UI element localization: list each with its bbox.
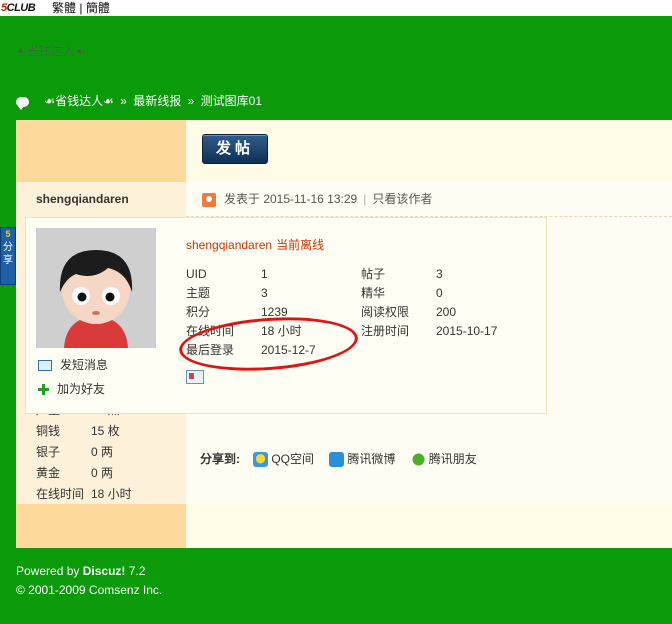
info-row: 积分 1239 阅读权限 200	[186, 305, 457, 319]
online-status: 当前离线	[276, 238, 325, 252]
breadcrumb: ☙省钱达人☙ » 最新线报 » 测试图库01	[16, 92, 262, 110]
powered-by: Powered by Discuz! 7.2	[16, 564, 146, 578]
qzone-icon	[253, 452, 269, 468]
top-bar: 5CLUB 繁體 | 簡體	[0, 0, 672, 16]
only-author-link[interactable]: 只看该作者	[372, 192, 432, 206]
simplified-chinese-link[interactable]: 簡體	[86, 1, 110, 15]
breadcrumb-home[interactable]: ☙省钱达人☙	[44, 94, 114, 108]
stat-row: 黄金 0 两	[36, 466, 114, 480]
popup-user-link[interactable]: shengqiandaren	[186, 238, 272, 252]
share-bar: 分享到: QQ空间 腾讯微博 腾讯朋友	[200, 450, 489, 468]
info-row: 主题 3 精华 0	[186, 286, 443, 300]
author-online-icon	[202, 192, 216, 207]
sclub-logo[interactable]: 5CLUB	[1, 0, 36, 16]
send-message-link[interactable]: 发短消息	[38, 356, 108, 373]
breadcrumb-forum[interactable]: 最新线报	[133, 94, 181, 108]
site-name[interactable]: ☙省钱达人☙	[16, 42, 86, 59]
share-weibo-link[interactable]: 腾讯微博	[329, 452, 395, 468]
author-stats: 声望15 点 铜钱15 枚 银子0 两 黄金0 两 在线时间18 小时	[36, 400, 132, 505]
plus-icon	[38, 384, 49, 396]
stat-row: 铜钱 15 枚	[36, 424, 120, 438]
author-name[interactable]: shengqiandaren	[36, 192, 129, 206]
discuz-link[interactable]: Discuz!	[83, 564, 126, 578]
user-info-popup: 发短消息 加为好友 shengqiandaren 当前离线 UID 1 帖子 3 主题 3…	[25, 217, 547, 414]
footer: Powered by Discuz! 7.2 © 2001-2009 Comse…	[16, 562, 162, 600]
stat-row: 银子 0 两	[36, 445, 114, 459]
share-side-tab[interactable]: 5分享	[0, 227, 16, 285]
tencent-pengyou-icon	[410, 452, 426, 468]
envelope-icon	[38, 360, 52, 372]
stat-row: 在线时间 18 小时	[36, 487, 132, 501]
vcard-icon[interactable]	[186, 370, 204, 384]
copyright: © 2001-2009 Comsenz Inc.	[16, 583, 163, 597]
info-row: UID 1 帖子 3	[186, 267, 443, 281]
post-meta: 发表于 2015-11-16 13:29 | 只看该作者	[202, 192, 432, 207]
breadcrumb-thread[interactable]: 测试图库01	[201, 94, 262, 108]
add-friend-link[interactable]: 加为好友	[38, 380, 105, 397]
tencent-weibo-icon	[329, 452, 345, 468]
share-qzone-link[interactable]: QQ空间	[253, 452, 314, 468]
popup-user-name: shengqiandaren 当前离线	[186, 236, 324, 253]
language-switch: 繁體 | 簡體	[52, 1, 110, 15]
share-label: 分享到:	[200, 452, 240, 466]
speech-bubble-icon	[16, 96, 29, 110]
avatar[interactable]	[36, 228, 156, 348]
post-time: 发表于 2015-11-16 13:29	[224, 192, 358, 206]
share-pengyou-link[interactable]: 腾讯朋友	[410, 452, 477, 468]
traditional-chinese-link[interactable]: 繁體	[52, 1, 76, 15]
new-post-button[interactable]: 发帖	[202, 134, 268, 164]
